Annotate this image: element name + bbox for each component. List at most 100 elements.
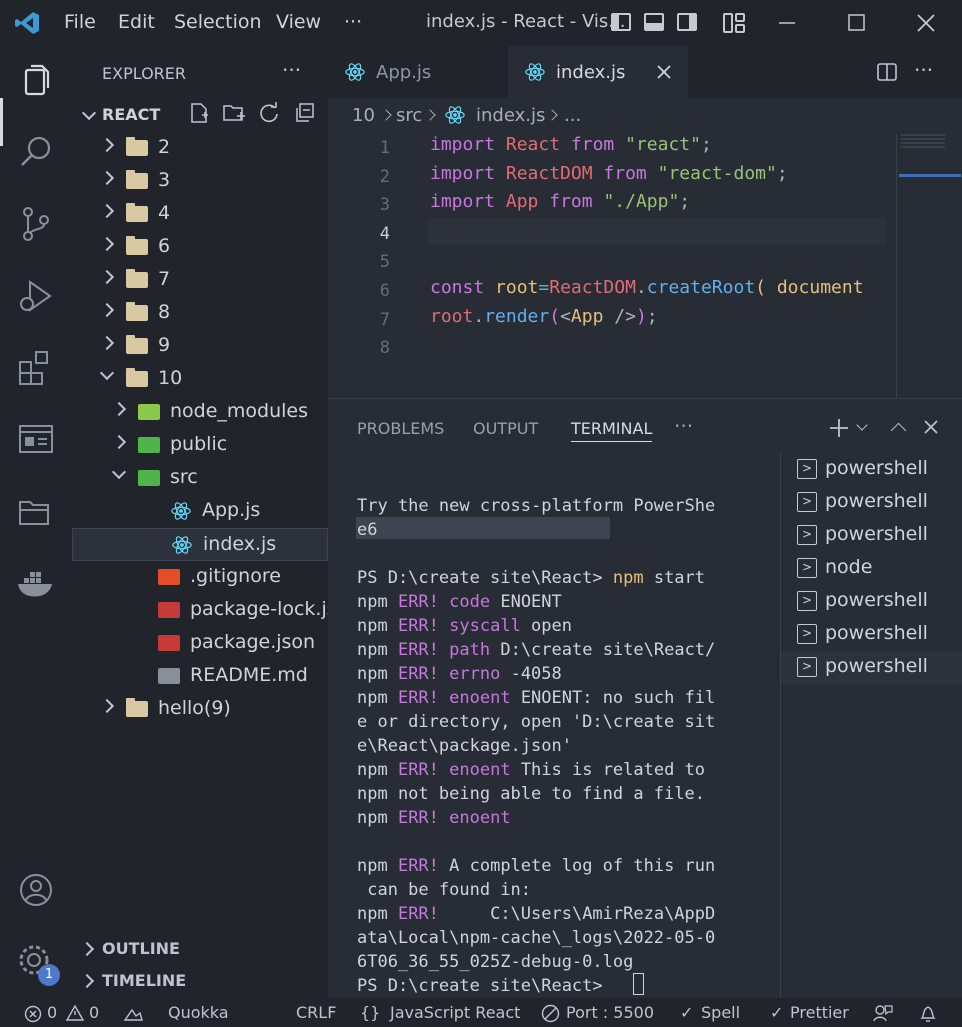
- tree-item[interactable]: hello(9): [72, 693, 328, 726]
- eol-status[interactable]: CRLF: [296, 1003, 336, 1022]
- tree-item[interactable]: 4: [72, 198, 328, 231]
- tab-output[interactable]: OUTPUT: [473, 419, 538, 438]
- close-window-icon[interactable]: [916, 13, 936, 33]
- menu-edit[interactable]: Edit: [118, 11, 155, 33]
- live-share-icon[interactable]: [122, 1004, 144, 1024]
- explorer-more-button[interactable]: ···: [282, 58, 301, 82]
- terminal-icon: >: [797, 492, 817, 512]
- double-check-icon: ✓: [770, 1003, 784, 1022]
- braces-icon: {}: [360, 1003, 381, 1022]
- notifications-bell-icon[interactable]: [918, 1003, 938, 1023]
- tree-item[interactable]: src: [72, 462, 328, 495]
- tree-item[interactable]: 7: [72, 264, 328, 297]
- tree-item[interactable]: 10: [72, 363, 328, 396]
- tree-item[interactable]: .gitignore: [72, 561, 328, 594]
- tree-item[interactable]: index.js: [72, 528, 328, 561]
- terminal-dropdown-icon[interactable]: [856, 419, 868, 431]
- tab-terminal[interactable]: TERMINAL: [571, 419, 653, 442]
- prettier-status[interactable]: Prettier: [790, 1003, 849, 1022]
- collapse-all-icon[interactable]: [294, 102, 316, 124]
- extensions-icon[interactable]: [14, 346, 58, 390]
- panel-more-button[interactable]: ···: [674, 414, 693, 438]
- accounts-icon[interactable]: [14, 868, 58, 912]
- language-mode[interactable]: JavaScript React: [390, 1003, 520, 1022]
- menu-more[interactable]: ···: [344, 11, 362, 33]
- terminal-list-item[interactable]: > powershell: [781, 618, 962, 651]
- menu-file[interactable]: File: [64, 11, 96, 33]
- quokka-status[interactable]: Quokka: [168, 1003, 229, 1022]
- breadcrumb-file[interactable]: index.js: [476, 105, 545, 126]
- toggle-secondary-sidebar-icon[interactable]: [677, 13, 697, 31]
- error-icon[interactable]: [24, 1005, 42, 1023]
- workspace-root[interactable]: REACT: [72, 98, 328, 130]
- search-icon[interactable]: [14, 130, 58, 174]
- new-folder-icon[interactable]: [222, 102, 246, 124]
- folder-icon: [126, 698, 148, 717]
- port-status[interactable]: Port : 5500: [566, 1003, 654, 1022]
- breadcrumb-src[interactable]: src: [396, 105, 422, 126]
- tree-item[interactable]: App.js: [72, 495, 328, 528]
- maximize-icon[interactable]: [848, 14, 866, 32]
- error-count[interactable]: 0: [47, 1003, 57, 1022]
- tab-problems[interactable]: PROBLEMS: [357, 419, 444, 438]
- tree-item[interactable]: README.md: [72, 660, 328, 693]
- tree-item[interactable]: package-lock.json: [72, 594, 360, 627]
- chevron-right-icon: [424, 109, 436, 121]
- tree-item[interactable]: 3: [72, 165, 328, 198]
- close-panel-icon[interactable]: [923, 419, 939, 435]
- terminal-list-item[interactable]: > powershell: [781, 519, 962, 552]
- terminal-list-item[interactable]: > powershell: [781, 453, 962, 486]
- menu-view[interactable]: View: [276, 11, 321, 33]
- editor-more-button[interactable]: ···: [914, 58, 933, 82]
- refresh-icon[interactable]: [258, 102, 280, 124]
- terminal-list-item[interactable]: > powershell: [781, 585, 962, 618]
- remote-explorer-icon[interactable]: [14, 418, 58, 462]
- outline-section[interactable]: OUTLINE: [72, 934, 328, 966]
- tab-app-js[interactable]: App.js: [328, 46, 508, 98]
- run-debug-icon[interactable]: [14, 274, 58, 318]
- close-tab-icon[interactable]: [656, 64, 672, 80]
- spell-status[interactable]: Spell: [701, 1003, 740, 1022]
- terminal-list-label: node: [825, 556, 873, 578]
- react-icon: [171, 534, 193, 561]
- breadcrumb-folder[interactable]: 10: [352, 105, 375, 126]
- tree-item[interactable]: 2: [72, 132, 328, 165]
- split-editor-icon[interactable]: [876, 62, 898, 82]
- maximize-panel-icon[interactable]: [890, 422, 907, 439]
- docker-icon[interactable]: [14, 562, 58, 606]
- minimize-icon[interactable]: [778, 14, 796, 32]
- tree-item[interactable]: node_modules: [72, 396, 328, 429]
- minimap[interactable]: [896, 134, 962, 398]
- code-editor[interactable]: 1 import React from "react"; 2 import React…: [328, 134, 962, 398]
- explorer-icon[interactable]: [14, 58, 58, 102]
- folders-icon[interactable]: [14, 490, 58, 534]
- new-terminal-icon[interactable]: [828, 417, 850, 439]
- toggle-sidebar-icon[interactable]: [611, 13, 631, 31]
- menu-selection[interactable]: Selection: [174, 11, 262, 33]
- warning-count[interactable]: 0: [89, 1003, 99, 1022]
- terminal-list-label: powershell: [825, 523, 928, 545]
- tab-index-js[interactable]: index.js: [508, 46, 688, 98]
- terminal-list-item[interactable]: > powershell: [781, 486, 962, 519]
- tree-item[interactable]: public: [72, 429, 328, 462]
- go-live-icon[interactable]: [541, 1004, 560, 1023]
- source-control-icon[interactable]: [14, 202, 58, 246]
- chevron-down-icon: [111, 464, 127, 480]
- feedback-icon[interactable]: [872, 1003, 894, 1023]
- toggle-panel-icon[interactable]: [644, 13, 664, 31]
- code-line: import ReactDOM from "react-dom";: [430, 162, 788, 184]
- breadcrumb-symbol[interactable]: ...: [564, 105, 581, 126]
- tree-item[interactable]: package.json: [72, 627, 328, 660]
- new-file-icon[interactable]: [188, 102, 210, 124]
- warning-icon[interactable]: [65, 1004, 85, 1022]
- terminal-list-item[interactable]: > powershell: [781, 651, 962, 684]
- timeline-section[interactable]: TIMELINE: [72, 966, 328, 998]
- tree-item[interactable]: 8: [72, 297, 328, 330]
- tree-item[interactable]: 6: [72, 231, 328, 264]
- chevron-right-icon: [546, 109, 558, 121]
- terminal-list-item[interactable]: > node: [781, 552, 962, 585]
- customize-layout-icon[interactable]: [722, 12, 746, 34]
- terminal-output[interactable]: Try the new cross-platform PowerShe e6 PS …: [357, 494, 757, 998]
- tree-item[interactable]: 9: [72, 330, 328, 363]
- folder-icon: [126, 335, 148, 354]
